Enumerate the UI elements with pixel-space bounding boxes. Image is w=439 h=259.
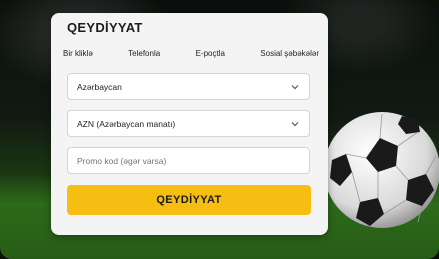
chevron-down-icon: [291, 121, 299, 126]
form-title: QEYDİYYAT: [67, 20, 143, 35]
currency-select[interactable]: AZN (Azərbaycan manatı): [67, 110, 310, 137]
football-image: [324, 112, 439, 228]
register-button[interactable]: QEYDİYYAT: [67, 185, 311, 215]
chevron-down-icon: [291, 84, 299, 89]
registration-card: QEYDİYYAT Bir kliklə Telefonla E-poçtla …: [51, 13, 328, 235]
promo-code-input[interactable]: [67, 147, 310, 174]
registration-tabs: Bir kliklə Telefonla E-poçtla Sosial şəb…: [59, 49, 323, 58]
tab-email[interactable]: E-poçtla: [192, 49, 229, 58]
currency-select-value: AZN (Azərbaycan manatı): [77, 118, 176, 129]
tab-one-click[interactable]: Bir kliklə: [59, 49, 97, 58]
country-select[interactable]: Azərbaycan: [67, 73, 310, 100]
country-select-value: Azərbaycan: [77, 81, 122, 92]
tab-social[interactable]: Sosial şəbəkələr: [256, 49, 323, 58]
tab-phone[interactable]: Telefonla: [124, 49, 164, 58]
